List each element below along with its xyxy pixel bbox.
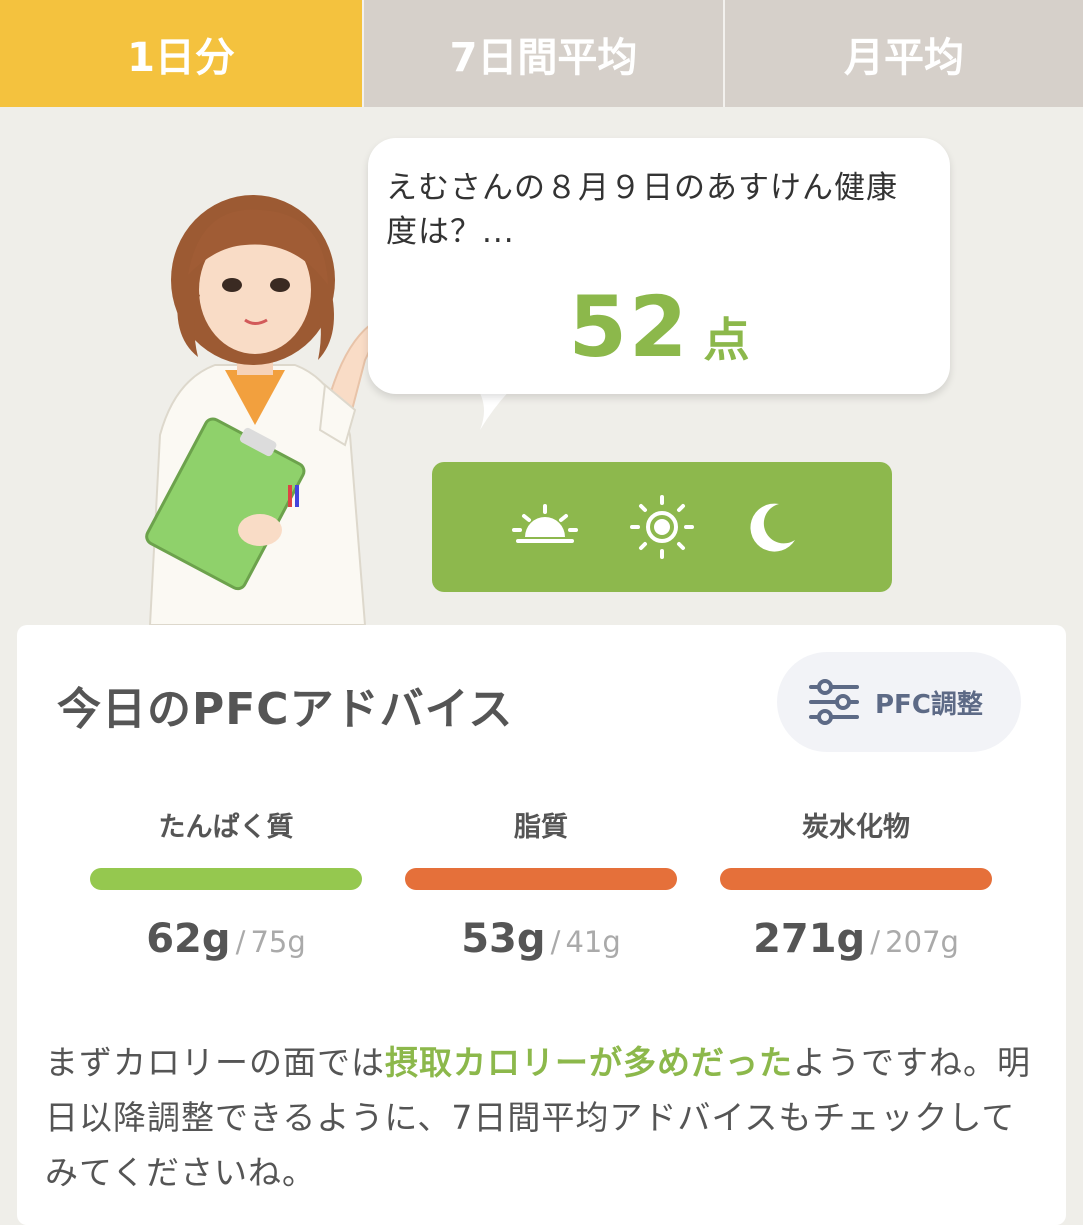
sliders-icon [809,679,859,725]
sunrise-icon[interactable] [510,492,580,562]
macro-target: 75g [250,925,306,959]
health-score: 52 点 [368,278,950,376]
moon-icon[interactable] [737,492,807,562]
macro-value: 53g [461,916,546,962]
pfc-adjust-label: PFC調整 [875,689,983,720]
advice-text-before: まずカロリーの面では [45,1043,385,1082]
macro-target: 41g [565,925,621,959]
tab-monthly-average[interactable]: 月平均 [723,0,1083,107]
health-score-value: 52 [568,278,690,376]
macro-name: 脂質 [514,812,568,843]
macro-value: 62g [146,916,231,962]
nutritionist-illustration [145,195,375,625]
health-score-message: えむさんの８月９日のあすけん健康度は？... [386,170,898,250]
advice-highlight: 摂取カロリーが多めだった [385,1043,793,1082]
pfc-adjust-button[interactable]: PFC調整 [777,652,1021,752]
pfc-advice-card: 今日のPFCアドバイス PFC調整 たんぱく質 62g / 75g 脂質 53g [17,625,1066,1225]
health-score-unit: 点 [703,313,750,367]
macro-name: 炭水化物 [802,812,910,843]
macro-progress-bar [90,868,362,890]
pfc-advice-title: 今日のPFCアドバイス [57,684,514,735]
period-tabs: 1日分 7日間平均 月平均 [0,0,1083,107]
macro-protein: たんぱく質 62g / 75g [90,805,362,962]
meal-time-panel [432,462,892,592]
macro-name: たんぱく質 [158,812,294,843]
macro-value: 271g [753,916,866,962]
macro-separator: / [550,925,561,959]
macro-target: 207g [885,925,959,959]
tab-daily[interactable]: 1日分 [0,0,362,107]
macro-separator: / [870,925,881,959]
macro-progress-bar [405,868,677,890]
sun-icon[interactable] [627,492,697,562]
macro-progress-bar [720,868,992,890]
pfc-advice-text: まずカロリーの面では摂取カロリーが多めだったようですね。明日以降調整できるように… [45,1035,1045,1200]
macro-separator: / [235,925,246,959]
health-score-bubble: えむさんの８月９日のあすけん健康度は？... 52 点 [368,138,950,394]
tab-7day-average[interactable]: 7日間平均 [362,0,723,107]
macro-fat: 脂質 53g / 41g [405,805,677,962]
macro-carbohydrate: 炭水化物 271g / 207g [720,805,992,962]
